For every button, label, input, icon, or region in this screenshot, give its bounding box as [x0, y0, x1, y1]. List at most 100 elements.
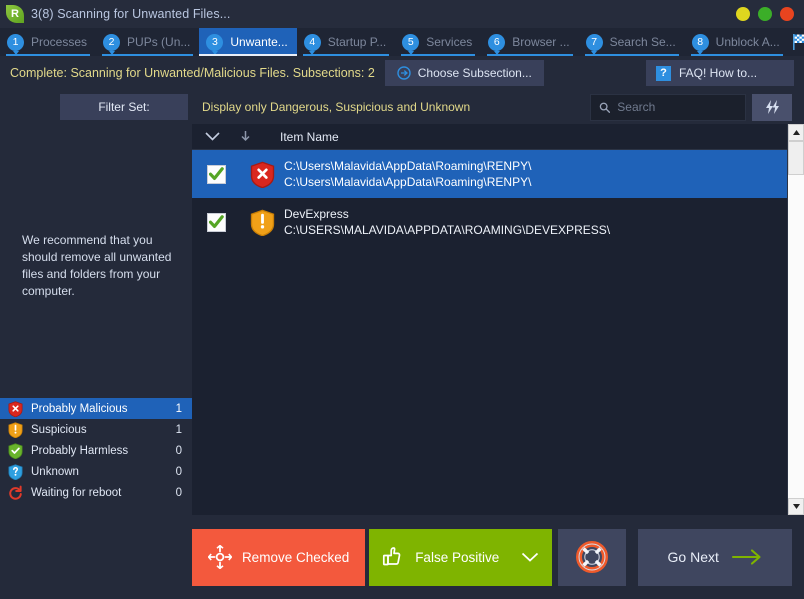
- legend-label: Probably Harmless: [31, 444, 129, 457]
- tab-step-3[interactable]: 3 Unwante...: [199, 28, 298, 56]
- search-area: [590, 93, 804, 121]
- go-next-label: Go Next: [667, 549, 719, 565]
- app-logo-letter: R: [11, 7, 19, 20]
- list-scrollbar[interactable]: [787, 124, 804, 515]
- filter-set-button[interactable]: Filter Set:: [60, 94, 188, 120]
- tab-step-number: 6: [488, 33, 506, 55]
- filter-description: Display only Dangerous, Suspicious and U…: [202, 100, 471, 114]
- faq-badge: ?: [656, 65, 671, 81]
- row-checkbox[interactable]: [206, 164, 226, 184]
- row-line-1: DevExpress: [284, 207, 349, 221]
- legend-count: 1: [175, 402, 182, 415]
- faq-button[interactable]: ? FAQ! How to...: [646, 60, 794, 86]
- tab-step-label: Services: [426, 35, 473, 49]
- tab-step-label: Unblock A...: [715, 35, 780, 49]
- tab-step-number: 2: [103, 33, 121, 55]
- tab-step-8[interactable]: 8 Unblock A...: [685, 28, 789, 56]
- remove-checked-label: Remove Checked: [241, 549, 350, 565]
- shield-danger-icon: [8, 400, 23, 417]
- shield-ok-icon: [8, 442, 23, 459]
- main-body: We recommend that you should remove all …: [0, 124, 804, 515]
- scroll-down-button[interactable]: [788, 498, 804, 515]
- severity-legend: Probably Malicious 1 Suspicious 1 Probably H…: [0, 398, 192, 503]
- search-refresh-button[interactable]: [752, 93, 792, 121]
- action-footer: Remove Checked False Positive Go Next: [0, 515, 804, 599]
- filter-bar: Filter Set: Display only Dangerous, Susp…: [0, 90, 804, 124]
- tab-step-6[interactable]: 6 Browser ...: [481, 28, 578, 56]
- window-controls: [736, 0, 794, 28]
- tab-step-7[interactable]: 7 Search Se...: [579, 28, 685, 56]
- tab-step-label: Search Se...: [609, 35, 676, 49]
- search-box[interactable]: [590, 93, 746, 121]
- arrow-right-circle-icon: [397, 66, 411, 80]
- scrollbar-track[interactable]: [788, 141, 804, 498]
- row-text: C:\Users\Malavida\AppData\Roaming\RENPY\…: [284, 158, 531, 190]
- legend-row[interactable]: Unknown 0: [0, 461, 192, 482]
- row-line-1: C:\Users\Malavida\AppData\Roaming\RENPY\: [284, 159, 532, 173]
- tab-step-number: 1: [7, 33, 24, 55]
- row-line-2: C:\USERS\MALAVIDA\APPDATA\ROAMING\DEVEXP…: [284, 223, 611, 237]
- application-window: R 3(8) Scanning for Unwanted Files... 1P…: [0, 0, 804, 599]
- maximize-button[interactable]: [758, 7, 772, 21]
- close-button[interactable]: [780, 7, 794, 21]
- false-positive-button[interactable]: False Positive: [369, 528, 552, 586]
- scrollbar-thumb[interactable]: [788, 141, 804, 175]
- tab-step-label: Startup P...: [327, 35, 387, 49]
- legend-count: 0: [175, 444, 182, 457]
- table-row[interactable]: DevExpress C:\USERS\MALAVIDA\APPDATA\ROAM…: [192, 198, 787, 246]
- crosshair-icon: [207, 545, 232, 569]
- wizard-step-tabs: 1 Processes 2 PUPs (Un... 3 Unwante... 4 Startu…: [0, 28, 804, 56]
- legend-row[interactable]: Suspicious 1: [0, 419, 192, 440]
- reboot-icon: [9, 485, 22, 500]
- checkered-flag-icon: [792, 34, 804, 50]
- tab-step-4[interactable]: 4 Startup P...: [297, 28, 395, 56]
- shield-warning-icon: [250, 209, 274, 236]
- legend-label: Unknown: [31, 465, 79, 478]
- tab-step-number: 3: [206, 33, 224, 55]
- tab-step-label: Unwante...: [230, 35, 288, 49]
- legend-count: 0: [175, 465, 182, 478]
- tab-step-number: 4: [303, 33, 321, 55]
- legend-row[interactable]: Probably Harmless 0: [0, 440, 192, 461]
- tab-step-label: PUPs (Un...: [127, 35, 191, 49]
- minimize-button[interactable]: [736, 7, 750, 21]
- remove-checked-button[interactable]: Remove Checked: [192, 528, 366, 586]
- row-checkbox[interactable]: [206, 212, 226, 232]
- faq-label: FAQ! How to...: [679, 66, 758, 80]
- sort-column-button[interactable]: [232, 130, 258, 143]
- tab-step-number: 7: [585, 33, 603, 55]
- tab-step-5[interactable]: 5 Services: [395, 28, 481, 56]
- tab-step-2[interactable]: 2 PUPs (Un...: [96, 28, 199, 56]
- thumbs-up-icon: [383, 547, 401, 566]
- legend-row[interactable]: Waiting for reboot 0: [0, 482, 192, 503]
- row-checkbox-cell: [192, 212, 240, 232]
- choose-subsection-label: Choose Subsection...: [417, 66, 532, 80]
- tab-step-number: 5: [402, 33, 420, 55]
- status-bar: Complete: Scanning for Unwanted/Maliciou…: [0, 56, 804, 90]
- title-bar: R 3(8) Scanning for Unwanted Files...: [0, 0, 804, 28]
- choose-subsection-button[interactable]: Choose Subsection...: [384, 60, 544, 86]
- scroll-up-button[interactable]: [788, 124, 804, 141]
- row-checkbox-cell: [192, 164, 240, 184]
- shield-danger-icon: [250, 161, 274, 188]
- go-next-button[interactable]: Go Next: [638, 528, 792, 586]
- false-positive-label: False Positive: [415, 549, 500, 565]
- legend-label: Waiting for reboot: [31, 486, 122, 499]
- recommendation-text: We recommend that you should remove all …: [22, 233, 172, 298]
- legend-row[interactable]: Probably Malicious 1: [0, 398, 192, 419]
- check-mark-icon: [208, 215, 224, 228]
- scan-status-text: Complete: Scanning for Unwanted/Maliciou…: [10, 66, 375, 80]
- lifebuoy-icon: [576, 541, 609, 573]
- tab-step-1[interactable]: 1 Processes: [0, 28, 96, 56]
- chevron-down-icon[interactable]: [520, 551, 540, 563]
- search-icon: [599, 102, 611, 113]
- arrow-down-icon: [240, 131, 250, 142]
- shield-warning-icon: [8, 421, 23, 438]
- table-row[interactable]: C:\Users\Malavida\AppData\Roaming\RENPY\…: [192, 150, 787, 198]
- caret-down-icon: [792, 504, 800, 509]
- search-input[interactable]: [617, 100, 737, 114]
- select-all-toggle[interactable]: [192, 131, 232, 142]
- help-button[interactable]: [557, 528, 627, 586]
- window-title: 3(8) Scanning for Unwanted Files...: [31, 7, 231, 21]
- tab-step-number: 8: [691, 33, 709, 55]
